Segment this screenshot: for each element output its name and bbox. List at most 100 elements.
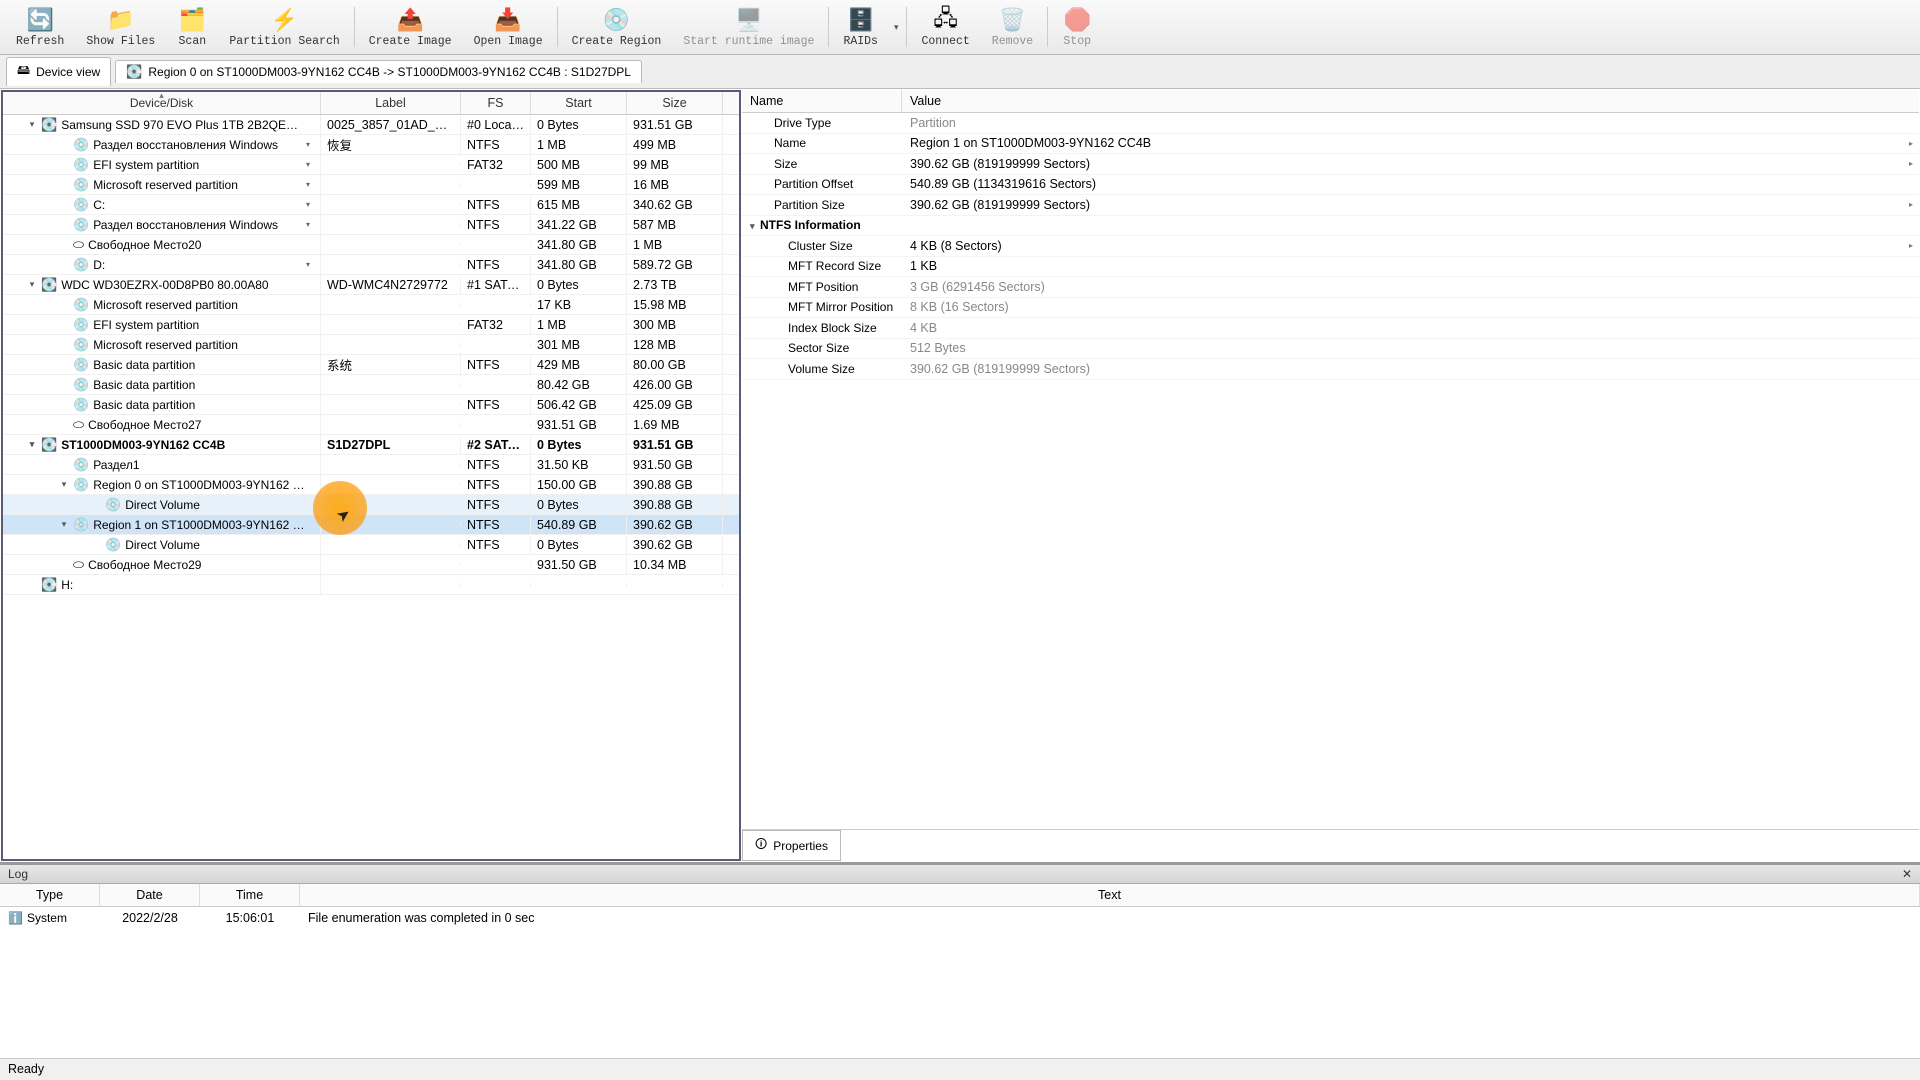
close-icon[interactable]: ✕ — [1902, 867, 1912, 881]
cell-st: 506.42 GB — [531, 396, 627, 414]
chevron-down-icon[interactable]: ▾ — [306, 140, 314, 149]
property-row[interactable]: Size390.62 GB (819199999 Sectors)▸ — [742, 154, 1919, 175]
property-row[interactable]: ▾NTFS Information — [742, 216, 1919, 237]
cell-fs — [461, 383, 531, 387]
device-row[interactable]: 💿Basic data partition系统NTFS429 MB80.00 G… — [3, 355, 739, 375]
cell-lbl — [321, 583, 461, 587]
cell-lbl — [321, 423, 461, 427]
device-tree-panel: ▴Device/Disk Label FS Start Size ▾💽Samsu… — [1, 90, 741, 861]
tab-properties[interactable]: 🛈 Properties — [742, 830, 841, 861]
tab-device-view[interactable]: 🖴Device view — [6, 57, 111, 86]
device-name: Direct Volume — [125, 538, 200, 552]
device-row[interactable]: ⬭Свободное Место20341.80 GB1 MB — [3, 235, 739, 255]
device-row[interactable]: ⬭Свободное Место27931.51 GB1.69 MB — [3, 415, 739, 435]
device-row[interactable]: ▾💽Samsung SSD 970 EVO Plus 1TB 2B2QE…002… — [3, 115, 739, 135]
cell-st: 341.22 GB — [531, 216, 627, 234]
refresh-button[interactable]: 🔄Refresh — [6, 4, 74, 50]
device-row[interactable]: 💿Раздел восстановления Windows▾NTFS341.2… — [3, 215, 739, 235]
expand-icon[interactable]: ▾ — [27, 439, 37, 450]
show-files-button[interactable]: 📁Show Files — [76, 4, 165, 50]
device-row[interactable]: 💿C:▾NTFS615 MB340.62 GB — [3, 195, 739, 215]
cell-fs: NTFS — [461, 496, 531, 514]
raids-button[interactable]: 🗄️RAIDs — [833, 4, 888, 50]
property-row[interactable]: NameRegion 1 on ST1000DM003-9YN162 CC4B▸ — [742, 134, 1919, 155]
expand-icon[interactable]: ▾ — [59, 479, 69, 490]
col-log-text[interactable]: Text — [300, 884, 1920, 906]
property-row[interactable]: Partition Size390.62 GB (819199999 Secto… — [742, 195, 1919, 216]
chevron-down-icon[interactable]: ▾ — [890, 22, 903, 33]
property-row[interactable]: Partition Offset540.89 GB (1134319616 Se… — [742, 175, 1919, 196]
chevron-right-icon[interactable]: ▸ — [1909, 241, 1919, 250]
device-row[interactable]: 💿Direct VolumeNTFS0 Bytes390.88 GB — [3, 495, 739, 515]
property-row[interactable]: MFT Record Size1 KB — [742, 257, 1919, 278]
log-row[interactable]: ℹ️System2022/2/2815:06:01File enumeratio… — [0, 907, 1920, 929]
property-row[interactable]: Index Block Size4 KB — [742, 318, 1919, 339]
col-log-date[interactable]: Date — [100, 884, 200, 906]
device-row[interactable]: ▾💿Region 1 on ST1000DM003-9YN162 …NTFS54… — [3, 515, 739, 535]
tab-region-tab[interactable]: 💽Region 0 on ST1000DM003-9YN162 CC4B -> … — [115, 60, 642, 83]
chevron-down-icon[interactable]: ▾ — [306, 260, 314, 269]
device-row[interactable]: 💿Microsoft reserved partition▾599 MB16 M… — [3, 175, 739, 195]
cell-fs: NTFS — [461, 516, 531, 534]
device-row[interactable]: ▾💽WDC WD30EZRX-00D8PB0 80.00A80WD-WMC4N2… — [3, 275, 739, 295]
col-prop-value[interactable]: Value — [902, 90, 1919, 112]
chevron-right-icon[interactable]: ▸ — [1909, 200, 1919, 209]
property-name: Cluster Size — [788, 239, 853, 253]
expand-icon[interactable]: ▾ — [59, 519, 69, 530]
device-tree-rows[interactable]: ▾💽Samsung SSD 970 EVO Plus 1TB 2B2QE…002… — [3, 115, 739, 859]
partition-search-button[interactable]: ⚡Partition Search — [219, 4, 349, 50]
scan-button[interactable]: 🗂️Scan — [167, 4, 217, 50]
device-row[interactable]: 💿Раздел восстановления Windows▾恢复NTFS1 M… — [3, 135, 739, 155]
device-row[interactable]: ▾💿Region 0 on ST1000DM003-9YN162 …NTFS15… — [3, 475, 739, 495]
chevron-down-icon[interactable]: ▾ — [306, 220, 314, 229]
property-row[interactable]: Drive TypePartition — [742, 113, 1919, 134]
drive-icon: 💽 — [41, 577, 57, 593]
property-row[interactable]: Sector Size512 Bytes — [742, 339, 1919, 360]
device-row[interactable]: 💿EFI system partition▾FAT32500 MB99 MB — [3, 155, 739, 175]
cell-lbl — [321, 203, 461, 207]
col-start[interactable]: Start — [531, 92, 627, 114]
device-row[interactable]: ⬭Свободное Место29931.50 GB10.34 MB — [3, 555, 739, 575]
chevron-right-icon[interactable]: ▸ — [1909, 139, 1919, 148]
expand-icon[interactable]: ▾ — [750, 221, 760, 232]
chevron-down-icon[interactable]: ▾ — [306, 200, 314, 209]
expand-icon[interactable]: ▾ — [27, 279, 37, 290]
device-row[interactable]: 💿Basic data partition80.42 GB426.00 GB — [3, 375, 739, 395]
toolbar-label: Partition Search — [229, 35, 339, 48]
property-row[interactable]: Cluster Size4 KB (8 Sectors)▸ — [742, 236, 1919, 257]
properties-panel: Name Value Drive TypePartitionNameRegion… — [742, 90, 1919, 861]
col-log-type[interactable]: Type — [0, 884, 100, 906]
col-prop-name[interactable]: Name — [742, 90, 902, 112]
chevron-down-icon[interactable]: ▾ — [306, 160, 314, 169]
device-row[interactable]: 💿Microsoft reserved partition17 KB15.98 … — [3, 295, 739, 315]
device-row[interactable]: 💿Раздел1NTFS31.50 KB931.50 GB — [3, 455, 739, 475]
col-size[interactable]: Size — [627, 92, 723, 114]
device-row[interactable]: 💽H: — [3, 575, 739, 595]
create-image-button[interactable]: 📤Create Image — [359, 4, 462, 50]
device-row[interactable]: 💿Microsoft reserved partition301 MB128 M… — [3, 335, 739, 355]
connect-button[interactable]: 🖧Connect — [911, 4, 979, 50]
cell-fs: FAT32 — [461, 156, 531, 174]
device-row[interactable]: 💿D:▾NTFS341.80 GB589.72 GB — [3, 255, 739, 275]
device-row[interactable]: 💿EFI system partitionFAT321 MB300 MB — [3, 315, 739, 335]
cell-sz: 128 MB — [627, 336, 723, 354]
property-row[interactable]: MFT Mirror Position8 KB (16 Sectors) — [742, 298, 1919, 319]
chevron-down-icon[interactable]: ▾ — [306, 180, 314, 189]
col-fs[interactable]: FS — [461, 92, 531, 114]
device-name: D: — [93, 258, 105, 272]
drive-icon: ⬭ — [73, 417, 84, 433]
cell-fs — [461, 563, 531, 567]
property-row[interactable]: Volume Size390.62 GB (819199999 Sectors) — [742, 359, 1919, 380]
device-row[interactable]: ▾💽ST1000DM003-9YN162 CC4BS1D27DPL#2 SATA… — [3, 435, 739, 455]
col-log-time[interactable]: Time — [200, 884, 300, 906]
device-name: EFI system partition — [93, 158, 199, 172]
chevron-right-icon[interactable]: ▸ — [1909, 159, 1919, 168]
device-row[interactable]: 💿Basic data partitionNTFS506.42 GB425.09… — [3, 395, 739, 415]
col-device[interactable]: ▴Device/Disk — [3, 92, 321, 114]
create-region-button[interactable]: 💿Create Region — [562, 4, 672, 50]
open-image-button[interactable]: 📥Open Image — [464, 4, 553, 50]
col-label[interactable]: Label — [321, 92, 461, 114]
device-row[interactable]: 💿Direct VolumeNTFS0 Bytes390.62 GB — [3, 535, 739, 555]
property-row[interactable]: MFT Position3 GB (6291456 Sectors) — [742, 277, 1919, 298]
expand-icon[interactable]: ▾ — [27, 119, 37, 130]
